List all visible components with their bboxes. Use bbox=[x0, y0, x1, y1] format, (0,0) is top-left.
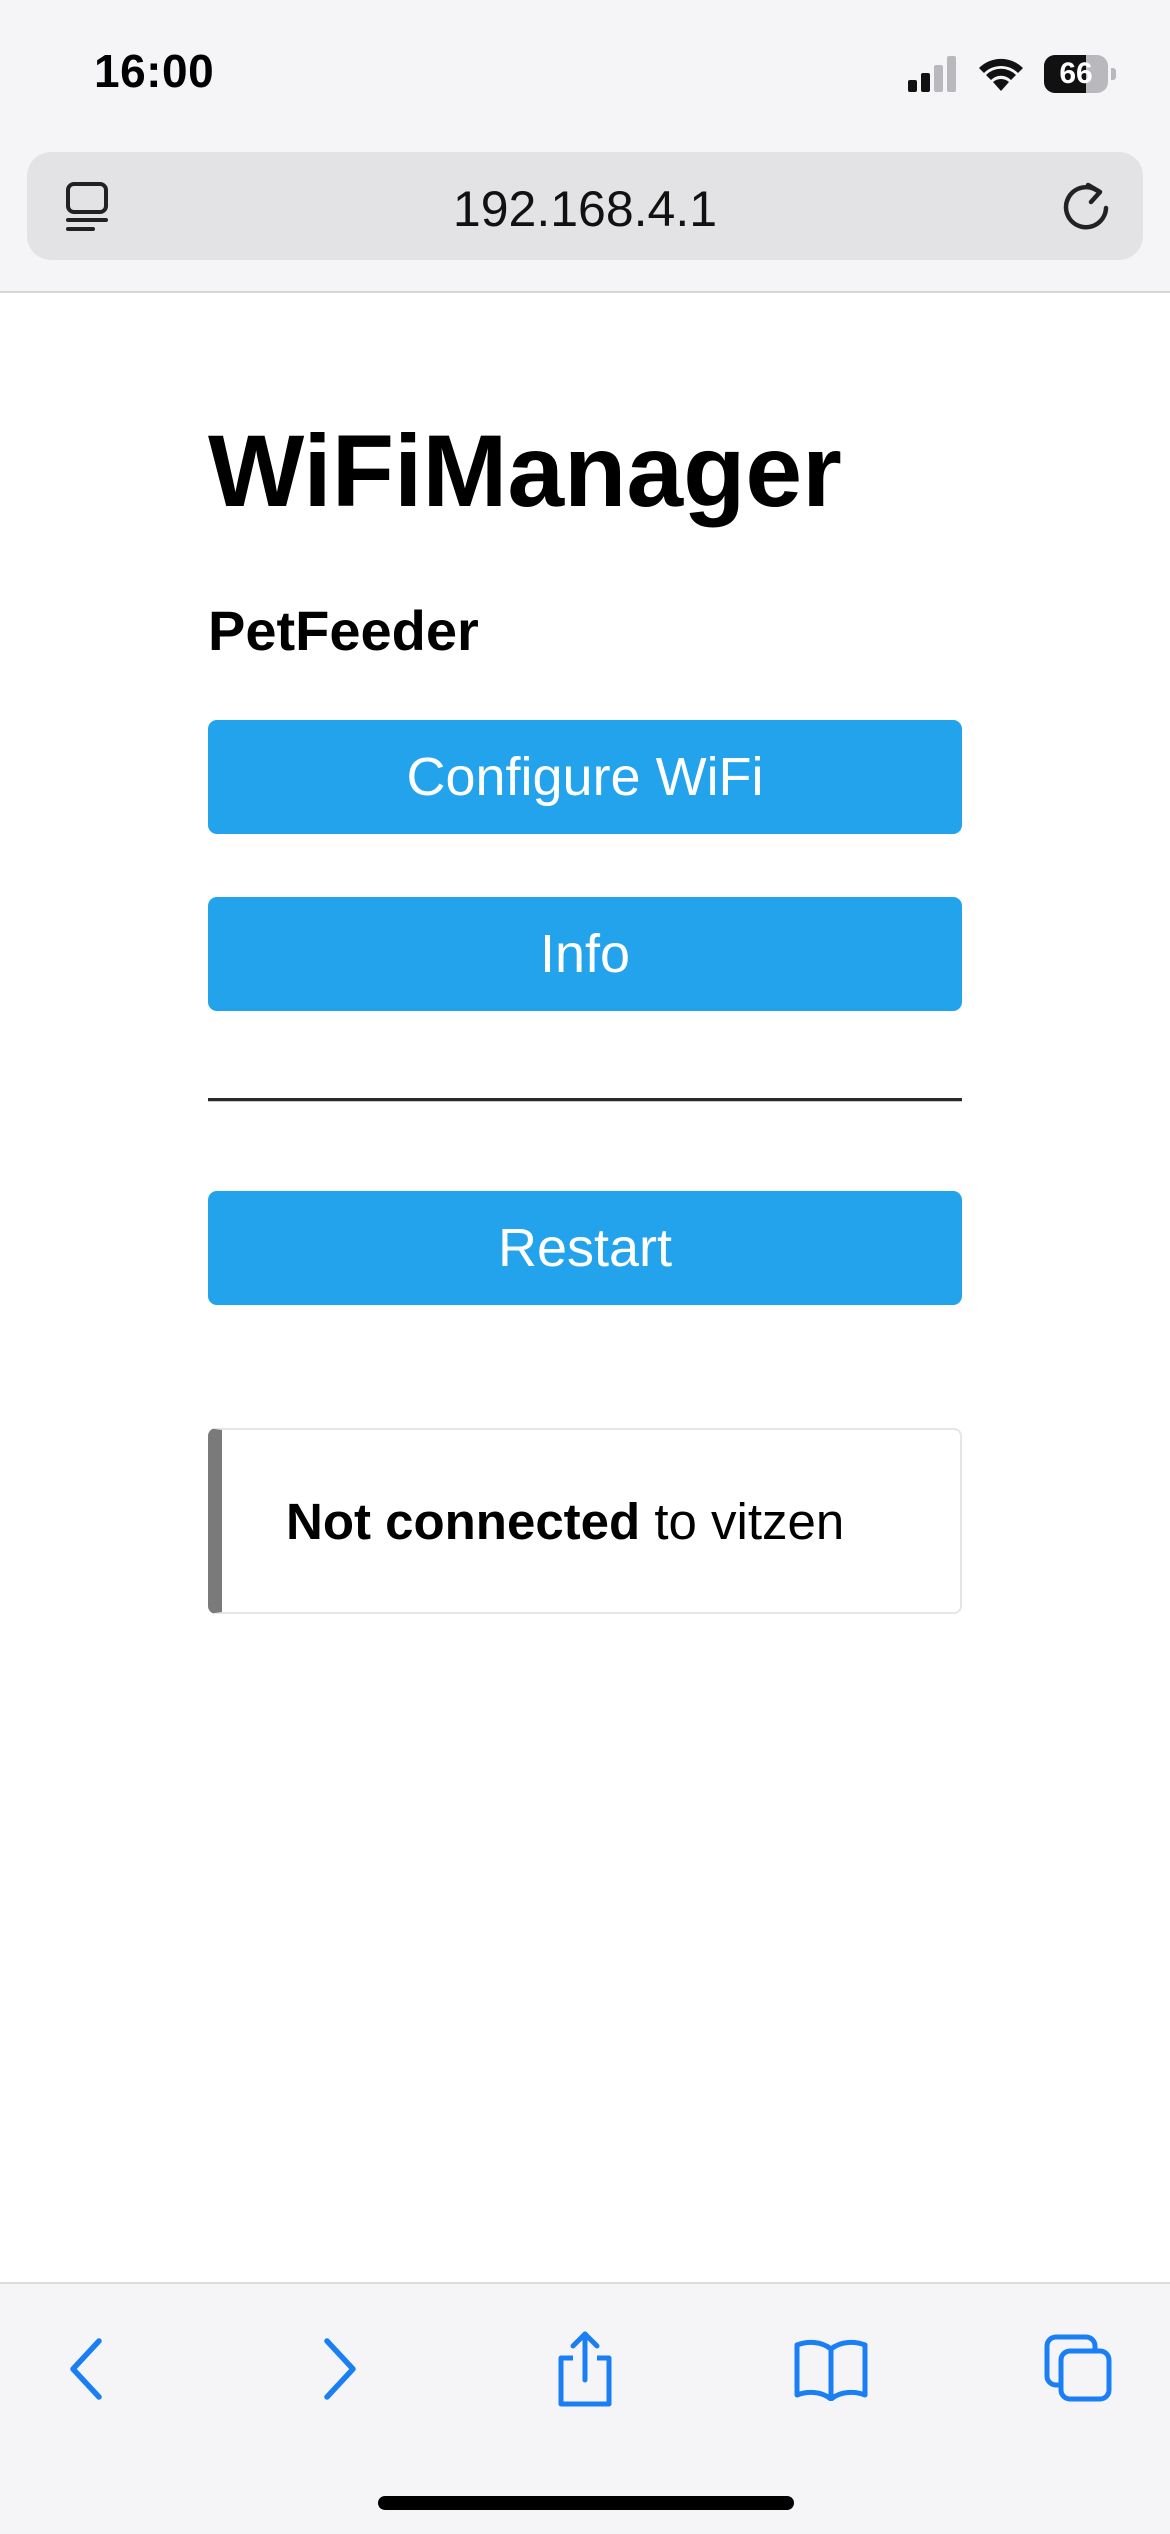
url-text[interactable]: 192.168.4.1 bbox=[27, 180, 1143, 238]
connection-status-message: Not connected to vitzen bbox=[208, 1428, 962, 1614]
wifi-icon bbox=[979, 58, 1023, 91]
info-button[interactable]: Info bbox=[208, 897, 962, 1011]
url-bar[interactable]: 192.168.4.1 bbox=[27, 152, 1143, 260]
configure-wifi-button[interactable]: Configure WiFi bbox=[208, 720, 962, 834]
share-button[interactable] bbox=[540, 2324, 630, 2414]
bookmarks-button[interactable] bbox=[786, 2324, 876, 2414]
browser-toolbar bbox=[0, 2282, 1170, 2534]
battery-percent: 66 bbox=[1059, 57, 1093, 90]
home-indicator bbox=[378, 2496, 794, 2510]
browser-address-area: 192.168.4.1 bbox=[0, 150, 1170, 293]
forward-button[interactable] bbox=[294, 2324, 384, 2414]
status-icons: 66 bbox=[908, 52, 1116, 96]
connection-ssid-text: to vitzen bbox=[640, 1492, 845, 1550]
forward-icon bbox=[324, 2338, 356, 2400]
status-time: 16:00 bbox=[94, 45, 215, 97]
tabs-button[interactable] bbox=[1034, 2324, 1124, 2414]
tabs-icon bbox=[1044, 2334, 1112, 2402]
reload-icon[interactable] bbox=[1057, 178, 1115, 236]
cellular-signal-icon bbox=[908, 56, 956, 92]
back-button[interactable] bbox=[42, 2324, 132, 2414]
divider bbox=[208, 1098, 962, 1102]
device-name: PetFeeder bbox=[208, 599, 479, 662]
status-bar: 16:00 66 bbox=[0, 0, 1170, 150]
page-title: WiFiManager bbox=[208, 414, 842, 528]
connection-state: Not connected bbox=[286, 1492, 641, 1550]
back-icon bbox=[70, 2338, 102, 2400]
share-icon bbox=[558, 2331, 612, 2407]
bookmarks-icon bbox=[794, 2339, 868, 2401]
restart-button[interactable]: Restart bbox=[208, 1191, 962, 1305]
battery-icon: 66 bbox=[1044, 55, 1116, 93]
